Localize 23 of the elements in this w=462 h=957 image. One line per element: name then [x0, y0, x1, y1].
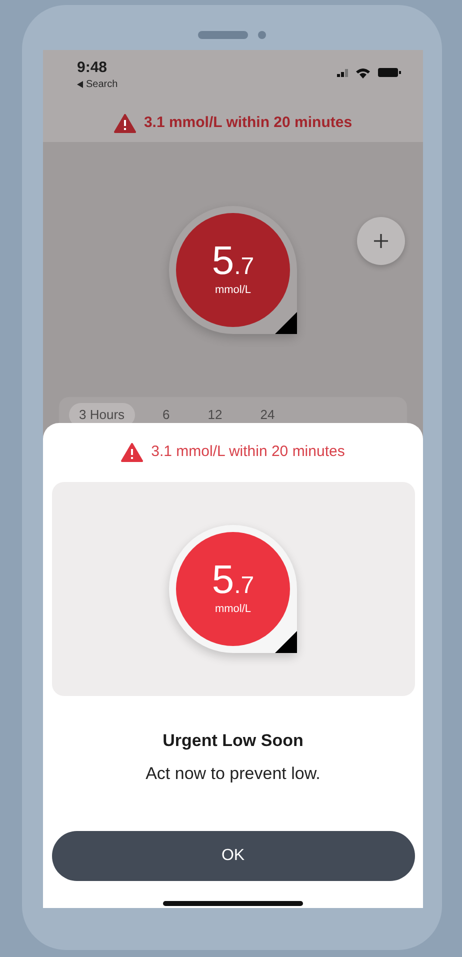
time-range-tab[interactable]: 12 — [198, 403, 232, 426]
alert-title: Urgent Low Soon — [162, 730, 304, 752]
wifi-icon — [356, 68, 370, 79]
signal-icon — [337, 68, 348, 77]
speaker-grille-icon — [198, 30, 268, 40]
back-arrow-icon — [77, 80, 83, 88]
alert-text: 3.1 mmol/L within 20 minutes — [144, 113, 352, 134]
plus-icon — [373, 233, 389, 249]
add-button[interactable] — [357, 217, 405, 265]
unit-label: mmol/L — [214, 282, 252, 298]
alert-message: Act now to prevent low. — [146, 763, 320, 785]
ok-button[interactable]: OK — [52, 830, 414, 880]
warning-icon — [114, 114, 136, 133]
battery-icon — [378, 68, 401, 77]
unit-label: mmol/L — [214, 602, 252, 617]
status-time: 9:48 — [77, 60, 108, 76]
trend-arrow-icon — [275, 312, 297, 334]
trend-arrow-icon — [275, 630, 297, 652]
back-link[interactable]: Search — [77, 76, 118, 92]
time-range-tab[interactable]: 6 — [152, 403, 180, 426]
warning-icon — [121, 442, 144, 462]
alert-text: 3.1 mmol/L within 20 minutes — [151, 442, 345, 462]
time-range-tab[interactable]: 24 — [250, 403, 285, 426]
